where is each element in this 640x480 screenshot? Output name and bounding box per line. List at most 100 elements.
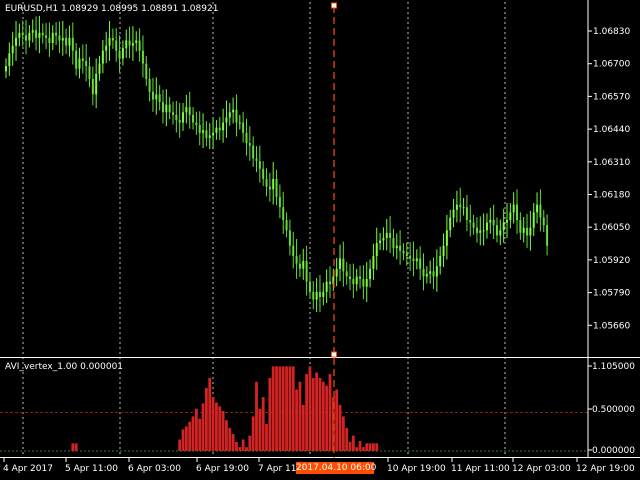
candle-body — [379, 240, 382, 244]
histogram-bar — [328, 374, 332, 451]
histogram-bar — [325, 385, 329, 451]
histogram-bar — [375, 443, 379, 451]
histogram-bar — [205, 387, 208, 451]
candle-body — [452, 209, 455, 218]
candle-body — [21, 32, 24, 36]
candle-body — [482, 230, 485, 232]
histogram-bar — [301, 404, 305, 451]
candle-body — [475, 227, 478, 233]
indicator-tick-label: 0.500000 — [592, 405, 635, 415]
candle-body — [409, 255, 412, 259]
candle-body — [195, 122, 198, 126]
histogram-bar — [71, 443, 75, 451]
candle-body — [302, 261, 305, 269]
candle-body — [175, 114, 178, 120]
candle-body — [68, 37, 71, 46]
histogram-bar — [368, 443, 372, 451]
candle-body — [526, 227, 529, 236]
candle-body — [248, 143, 251, 146]
candle-body — [81, 58, 84, 61]
candle-body — [8, 53, 11, 67]
candle-body — [155, 94, 158, 100]
candle-body — [516, 204, 519, 221]
candle-body — [392, 238, 395, 249]
candle-body — [529, 227, 532, 236]
time-tick-label: 12 Apr 03:00 — [512, 464, 571, 474]
candle-body — [131, 43, 134, 46]
candle-body — [95, 73, 98, 95]
candle-body — [512, 204, 515, 213]
candle-body — [519, 220, 522, 233]
indicator-header: AVI_vertex_1.00 0.000001 — [5, 362, 124, 372]
candle-body — [278, 196, 281, 208]
candle-body — [435, 266, 438, 277]
candle-body — [536, 204, 539, 213]
candle-body — [192, 114, 195, 123]
candle-body — [118, 50, 121, 59]
candle-body — [499, 230, 502, 236]
candle-body — [141, 50, 144, 64]
candle-body — [315, 291, 318, 300]
candle-body — [11, 45, 14, 54]
histogram-bar — [201, 403, 205, 451]
histogram-bar — [181, 429, 185, 451]
histogram-bar — [335, 389, 339, 451]
candle-body — [308, 281, 311, 292]
candle-body — [245, 132, 248, 144]
time-tick-label: 5 Apr 11:00 — [65, 464, 118, 474]
histogram-bar — [241, 439, 245, 451]
histogram-bar — [341, 416, 345, 451]
histogram-bar — [225, 420, 228, 451]
candle-body — [28, 32, 31, 41]
indicator-axis: 1.105000 0.500000 0.000000 — [588, 362, 635, 456]
candle-body — [506, 220, 508, 223]
candle-body — [429, 271, 432, 274]
candle-body — [465, 207, 468, 221]
chart-canvas[interactable]: 1.06830 1.06700 1.06570 1.06440 1.06310 1.061… — [0, 0, 640, 480]
candle-body — [252, 145, 255, 159]
candle-body — [369, 268, 372, 280]
candle-body — [282, 207, 285, 221]
candle-body — [18, 32, 21, 38]
histogram-bar — [235, 441, 238, 451]
time-tick-label: 7 Apr 11 — [258, 464, 296, 474]
candle-body — [298, 263, 301, 269]
histogram-bar — [231, 434, 235, 451]
histogram-bar — [194, 408, 198, 451]
candle-body — [502, 222, 505, 231]
candle-body — [55, 32, 58, 36]
candle-body — [262, 168, 265, 179]
price-tick-label: 1.05660 — [593, 321, 630, 331]
price-tick-label: 1.06440 — [593, 125, 630, 135]
histogram-bar — [211, 397, 215, 451]
candle-body — [91, 78, 94, 95]
candle-body — [198, 125, 201, 133]
histogram-bar — [305, 374, 308, 451]
histogram-bar — [321, 381, 325, 451]
histogram-bar — [251, 416, 255, 451]
histogram-bar — [248, 435, 252, 451]
candle-body — [342, 258, 345, 272]
candle-body — [51, 32, 54, 44]
candle-body — [265, 179, 268, 187]
time-tick-label: 6 Apr 03:00 — [128, 464, 181, 474]
candle-body — [15, 37, 18, 46]
candle-body — [509, 212, 512, 221]
histogram-bar — [218, 406, 222, 451]
candle-body — [492, 220, 495, 226]
candle-body — [445, 230, 448, 246]
cursor-handle-bottom — [331, 351, 337, 358]
candle-body — [108, 37, 111, 46]
candle-body — [212, 132, 215, 136]
indicator-tick-label: 0.000000 — [592, 446, 635, 456]
histogram-bar — [361, 447, 365, 451]
candle-body — [375, 243, 378, 256]
histogram-bar — [215, 402, 218, 451]
histogram-bar — [358, 441, 362, 451]
candle-body — [71, 37, 74, 51]
candle-body — [125, 40, 128, 49]
histogram-bar — [245, 447, 248, 451]
histogram-bar — [281, 366, 285, 451]
candle-body — [432, 271, 435, 277]
candle-body — [232, 109, 235, 113]
